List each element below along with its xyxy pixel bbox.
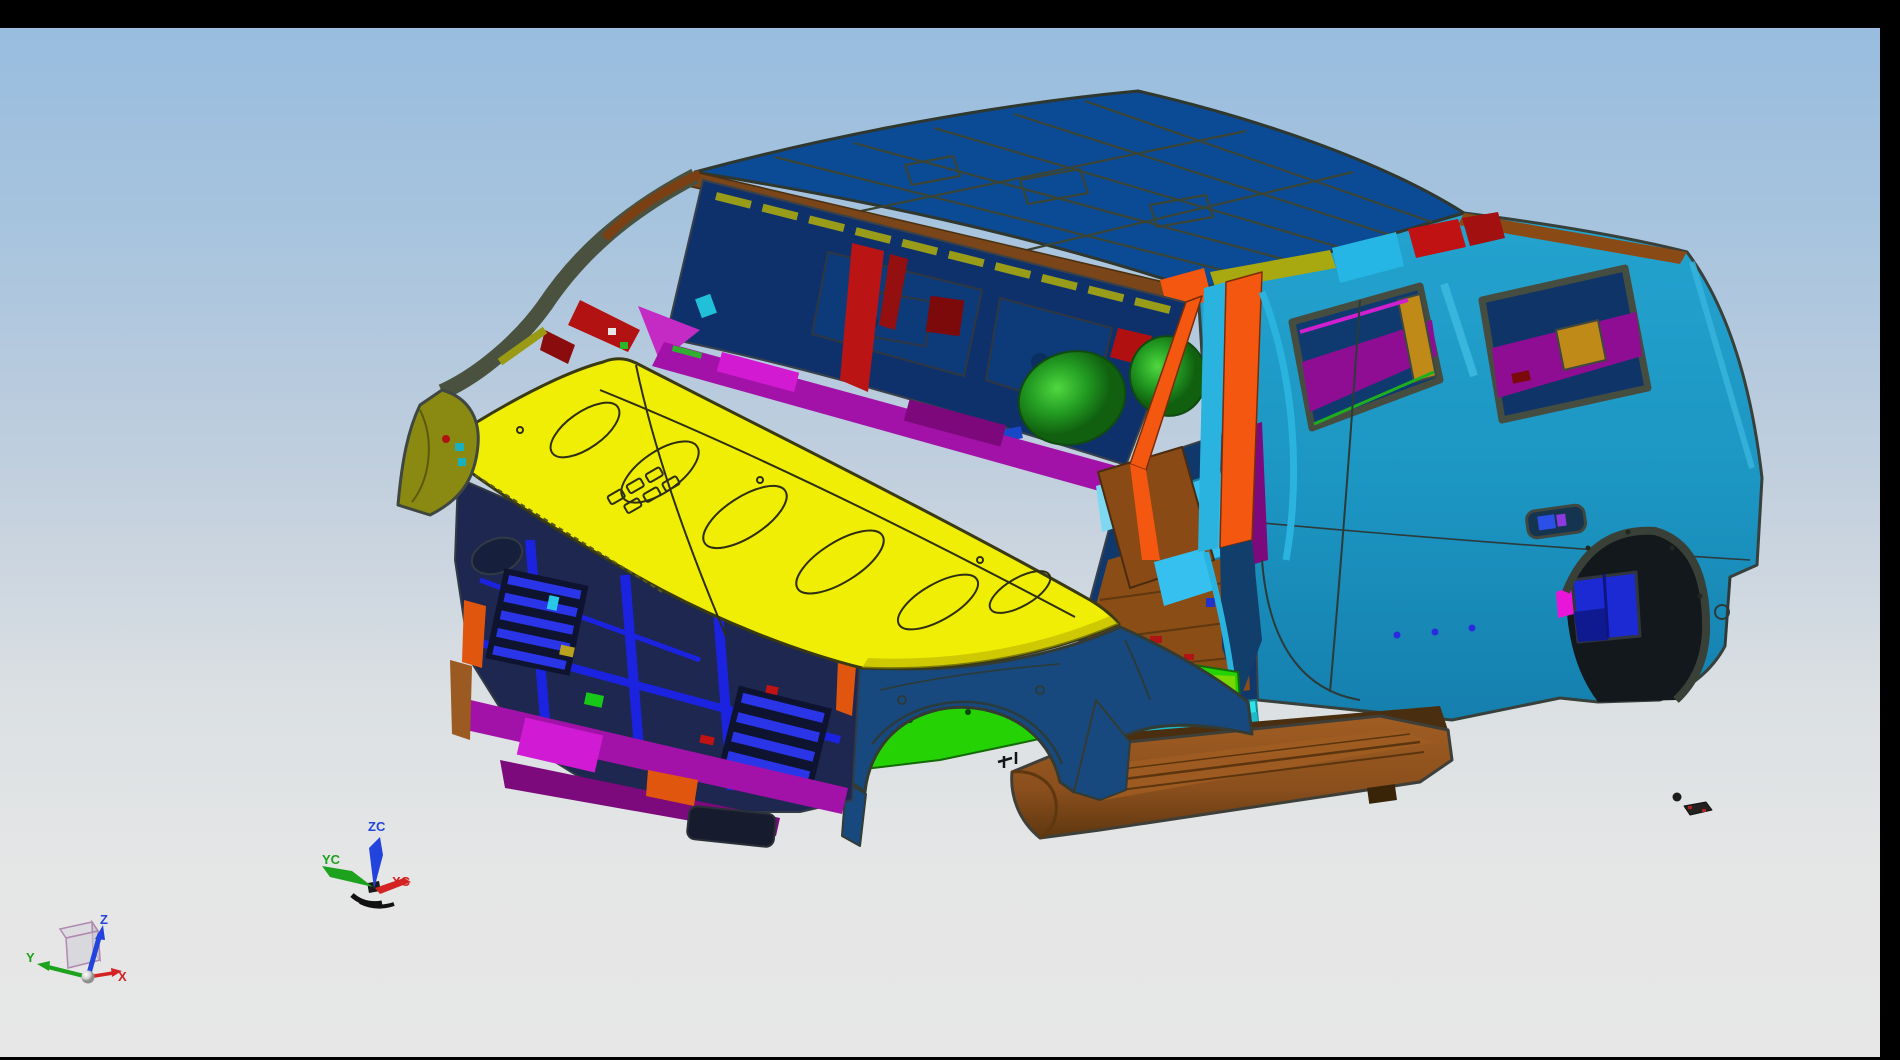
window-right-bar [1880, 0, 1900, 1060]
abs-x-label: X [118, 969, 127, 984]
wcs-y-label: YC [322, 852, 341, 867]
wcs-triad[interactable]: ZC YC XC [322, 819, 411, 907]
wcs-z-arrow[interactable] [369, 837, 383, 889]
abs-z-label: Z [100, 912, 108, 927]
wcs-z-label: ZC [368, 819, 386, 834]
csys-origin-sphere [82, 971, 95, 984]
window-top-bar [0, 0, 1900, 28]
loose-debris-parts[interactable] [1673, 793, 1713, 816]
cad-application-window: ZC YC XC Z Y X [0, 0, 1900, 1060]
car-body-model[interactable] [398, 91, 1762, 848]
3d-graphics-viewport[interactable]: ZC YC XC Z Y X [0, 28, 1880, 1057]
spare-tire-bracket [1572, 572, 1640, 642]
scene: ZC YC XC Z Y X [0, 28, 1880, 1057]
sill-pins [998, 752, 1016, 768]
abs-y-label: Y [26, 950, 35, 965]
wcs-y-arrow[interactable] [322, 866, 373, 887]
wcs-x-label: XC [392, 874, 411, 889]
absolute-csys-triad[interactable]: Z Y X [26, 912, 127, 984]
